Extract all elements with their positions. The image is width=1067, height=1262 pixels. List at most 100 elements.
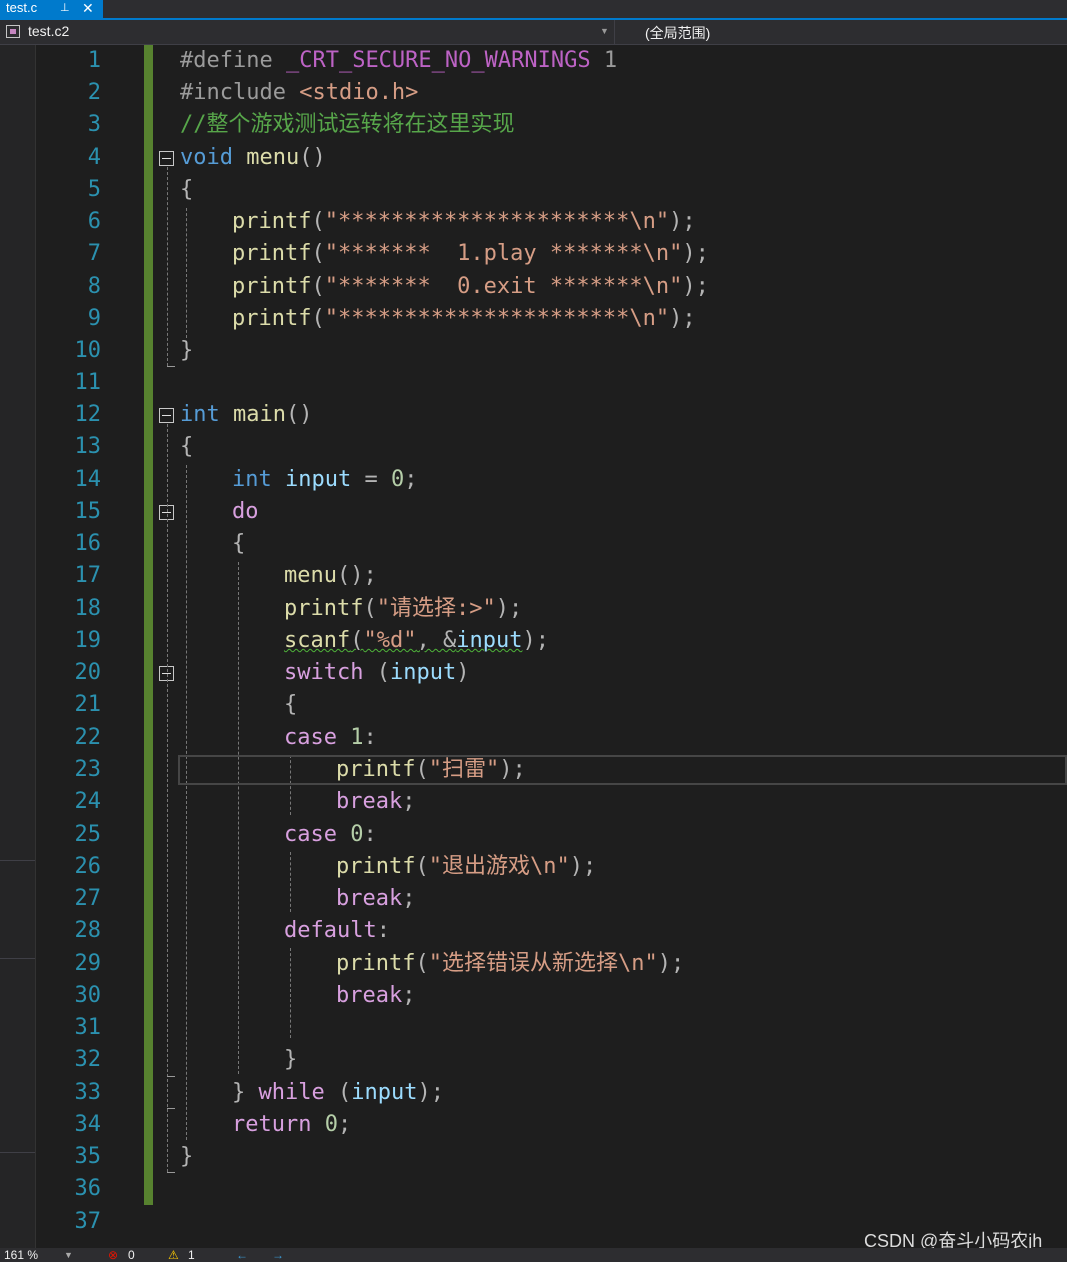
project-dropdown[interactable]: test.c2 ▼ — [0, 20, 615, 44]
tok-function: scanf — [284, 628, 351, 653]
tok-punct: : — [363, 822, 377, 847]
line-number: 7 — [87, 241, 101, 266]
tok-keyword: void — [180, 145, 233, 170]
code-line-3[interactable]: //整个游戏测试运转将在这里实现 — [180, 109, 515, 141]
tok-brace: } — [180, 1144, 194, 1169]
collapse-main-icon[interactable] — [159, 408, 174, 423]
code-line-8[interactable]: printf("******* 0.exit *******\n"); — [232, 271, 709, 303]
tok-punct: : — [363, 725, 377, 750]
tok-punct: ; — [337, 1112, 352, 1137]
code-line-6[interactable]: printf("**********************\n"); — [232, 206, 696, 238]
glyph-margin — [0, 45, 36, 1248]
indent-guide — [186, 465, 187, 1140]
tok-punct: ; — [404, 467, 418, 492]
tok-number: 0 — [336, 822, 364, 847]
code-line-20[interactable]: switch (input) — [284, 657, 469, 689]
tok-brace: { — [284, 692, 298, 717]
code-line-34[interactable]: return 0; — [232, 1109, 351, 1141]
code-line-14[interactable]: int input = 0; — [232, 464, 417, 496]
tok-function: printf — [232, 209, 312, 234]
code-line-33[interactable]: } while (input); — [232, 1077, 444, 1109]
tok-number: 0 — [311, 1112, 338, 1137]
line-number: 9 — [87, 306, 101, 331]
line-number: 35 — [74, 1144, 102, 1169]
tok-punct: () — [285, 402, 313, 427]
error-count: 0 — [128, 1248, 135, 1262]
code-line-24[interactable]: break; — [336, 786, 415, 818]
tab-test-c[interactable]: test.c ⊥ ✕ — [0, 0, 103, 18]
tok-string: "选择错误从新选择\n" — [428, 951, 658, 976]
code-line-10[interactable]: } — [180, 335, 193, 367]
tok-string: "**********************\n" — [324, 209, 670, 234]
warning-count: 1 — [188, 1248, 195, 1262]
tok-punct: ( — [350, 628, 364, 653]
tok-punct: ( — [415, 951, 429, 976]
code-line-2[interactable]: #include <stdio.h> — [180, 77, 418, 109]
tok-function: printf — [232, 241, 312, 266]
line-number: 13 — [74, 434, 102, 459]
dropdown-arrow-icon[interactable]: ▼ — [600, 26, 609, 36]
code-line-7[interactable]: printf("******* 1.play *******\n"); — [232, 238, 709, 270]
code-line-9[interactable]: printf("**********************\n"); — [232, 303, 696, 335]
tok-punct: ) — [456, 660, 470, 685]
tok-punct: ; — [402, 886, 416, 911]
scope-dropdown[interactable]: (全局范围) — [645, 23, 710, 43]
tok-punct: ( — [324, 1080, 352, 1105]
line-number: 37 — [74, 1209, 102, 1234]
line-number: 25 — [74, 822, 102, 847]
line-number: 4 — [87, 145, 101, 170]
code-line-23[interactable]: printf("扫雷"); — [336, 754, 526, 786]
code-line-28[interactable]: default: — [284, 915, 390, 947]
warning-icon[interactable]: ⚠ — [168, 1248, 179, 1262]
collapse-menu-icon[interactable] — [159, 151, 174, 166]
tok-header: <stdio.h> — [299, 80, 419, 105]
tok-punct: ( — [311, 306, 325, 331]
code-line-15[interactable]: do — [232, 496, 259, 528]
line-number: 30 — [74, 983, 102, 1008]
scope-label: (全局范围) — [645, 25, 711, 41]
tok-punct: ( — [415, 757, 429, 782]
tok-function: printf — [336, 854, 416, 879]
code-line-4[interactable]: void menu() — [180, 142, 326, 174]
code-line-22[interactable]: case 1: — [284, 722, 377, 754]
tok-string: "请选择:>" — [376, 596, 496, 621]
close-icon[interactable]: ✕ — [82, 0, 94, 16]
error-icon[interactable]: ⊗ — [108, 1248, 118, 1262]
tok-variable: input — [271, 467, 352, 492]
code-line-16[interactable]: { — [232, 528, 245, 560]
code-line-18[interactable]: printf("请选择:>"); — [284, 593, 522, 625]
tok-brace: } — [180, 338, 194, 363]
fold-guide-end — [167, 366, 175, 367]
code-line-5[interactable]: { — [180, 174, 193, 206]
code-line-35[interactable]: } — [180, 1141, 193, 1173]
pin-icon[interactable]: ⊥ — [60, 0, 70, 16]
tok-number: 1 — [336, 725, 364, 750]
code-line-21[interactable]: { — [284, 689, 297, 721]
tok-punct: ( — [415, 854, 429, 879]
code-line-26[interactable]: printf("退出游戏\n"); — [336, 851, 596, 883]
code-line-13[interactable]: { — [180, 431, 193, 463]
tok-variable: input — [351, 1080, 418, 1105]
code-line-27[interactable]: break; — [336, 883, 415, 915]
fold-guide-end — [167, 1076, 175, 1077]
code-line-30[interactable]: break; — [336, 980, 415, 1012]
code-line-1[interactable]: #define _CRT_SECURE_NO_WARNINGS 1 — [180, 45, 617, 77]
tok-function: printf — [232, 306, 312, 331]
line-number: 36 — [74, 1176, 102, 1201]
code-line-29[interactable]: printf("选择错误从新选择\n"); — [336, 948, 684, 980]
fold-guide-end — [167, 1172, 175, 1173]
zoom-level[interactable]: 161 % — [4, 1248, 38, 1262]
line-number: 14 — [74, 467, 102, 492]
code-line-32[interactable]: } — [284, 1044, 297, 1076]
line-number: 15 — [74, 499, 102, 524]
code-line-17[interactable]: menu(); — [284, 560, 377, 592]
nav-back-icon[interactable]: ← — [236, 1248, 248, 1262]
indent-guide — [290, 948, 291, 1038]
code-line-19[interactable]: scanf("%d", &input); — [284, 625, 549, 657]
tok-punct: ); — [669, 209, 696, 234]
code-line-25[interactable]: case 0: — [284, 819, 377, 851]
code-line-12[interactable]: int main() — [180, 399, 312, 431]
line-number: 18 — [74, 596, 102, 621]
zoom-dropdown-icon[interactable]: ▼ — [64, 1248, 73, 1262]
nav-forward-icon[interactable]: → — [272, 1248, 284, 1262]
